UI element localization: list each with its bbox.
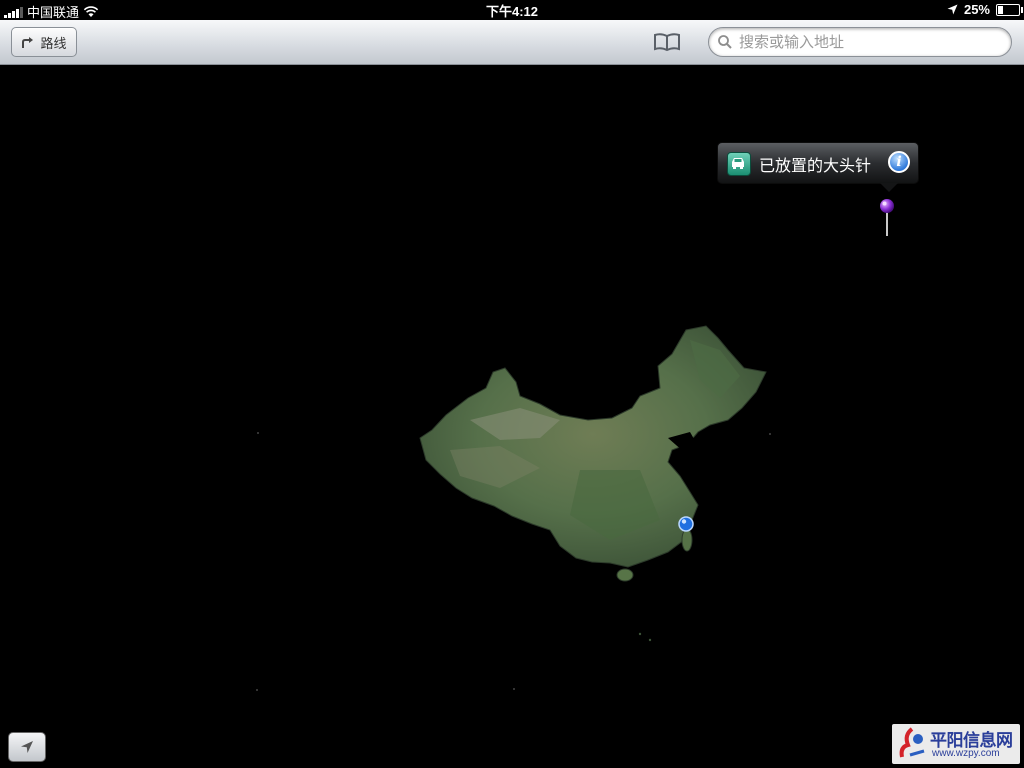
current-location-icon[interactable] bbox=[678, 516, 694, 534]
callout-title: 已放置的大头针 bbox=[759, 156, 872, 175]
watermark-logo bbox=[899, 727, 925, 758]
search-icon bbox=[718, 35, 732, 49]
location-services-icon bbox=[947, 4, 958, 15]
route-button-label: 路线 bbox=[40, 36, 67, 52]
track-location-button[interactable] bbox=[8, 732, 46, 762]
info-glyph: i bbox=[896, 154, 902, 170]
battery-icon bbox=[996, 3, 1023, 16]
clock: 下午4:12 bbox=[485, 4, 539, 19]
toolbar: 路线 bbox=[0, 20, 1024, 65]
route-button[interactable]: 路线 bbox=[11, 27, 77, 57]
turn-arrow-icon bbox=[22, 36, 34, 48]
search-field[interactable] bbox=[708, 27, 1012, 57]
dropped-pin-icon[interactable] bbox=[879, 198, 895, 238]
map-view[interactable]: 已放置的大头针 i bbox=[0, 65, 1024, 768]
book-icon[interactable] bbox=[653, 32, 681, 52]
battery-percent: 25% bbox=[963, 2, 990, 17]
status-right: 25% bbox=[947, 2, 1023, 17]
car-glyph bbox=[732, 158, 744, 169]
info-icon[interactable]: i bbox=[888, 151, 910, 173]
search-input[interactable] bbox=[737, 32, 1001, 52]
pin-callout[interactable]: 已放置的大头针 i bbox=[717, 142, 919, 192]
battery-fill bbox=[998, 5, 1003, 14]
location-arrow-icon bbox=[21, 741, 33, 753]
watermark: 平阳信息网 www.wzpy.com bbox=[892, 724, 1020, 764]
status-bar: 中国联通 下午4:12 25% bbox=[0, 0, 1024, 20]
watermark-url: www.wzpy.com bbox=[932, 748, 1000, 759]
car-icon[interactable] bbox=[727, 152, 751, 176]
